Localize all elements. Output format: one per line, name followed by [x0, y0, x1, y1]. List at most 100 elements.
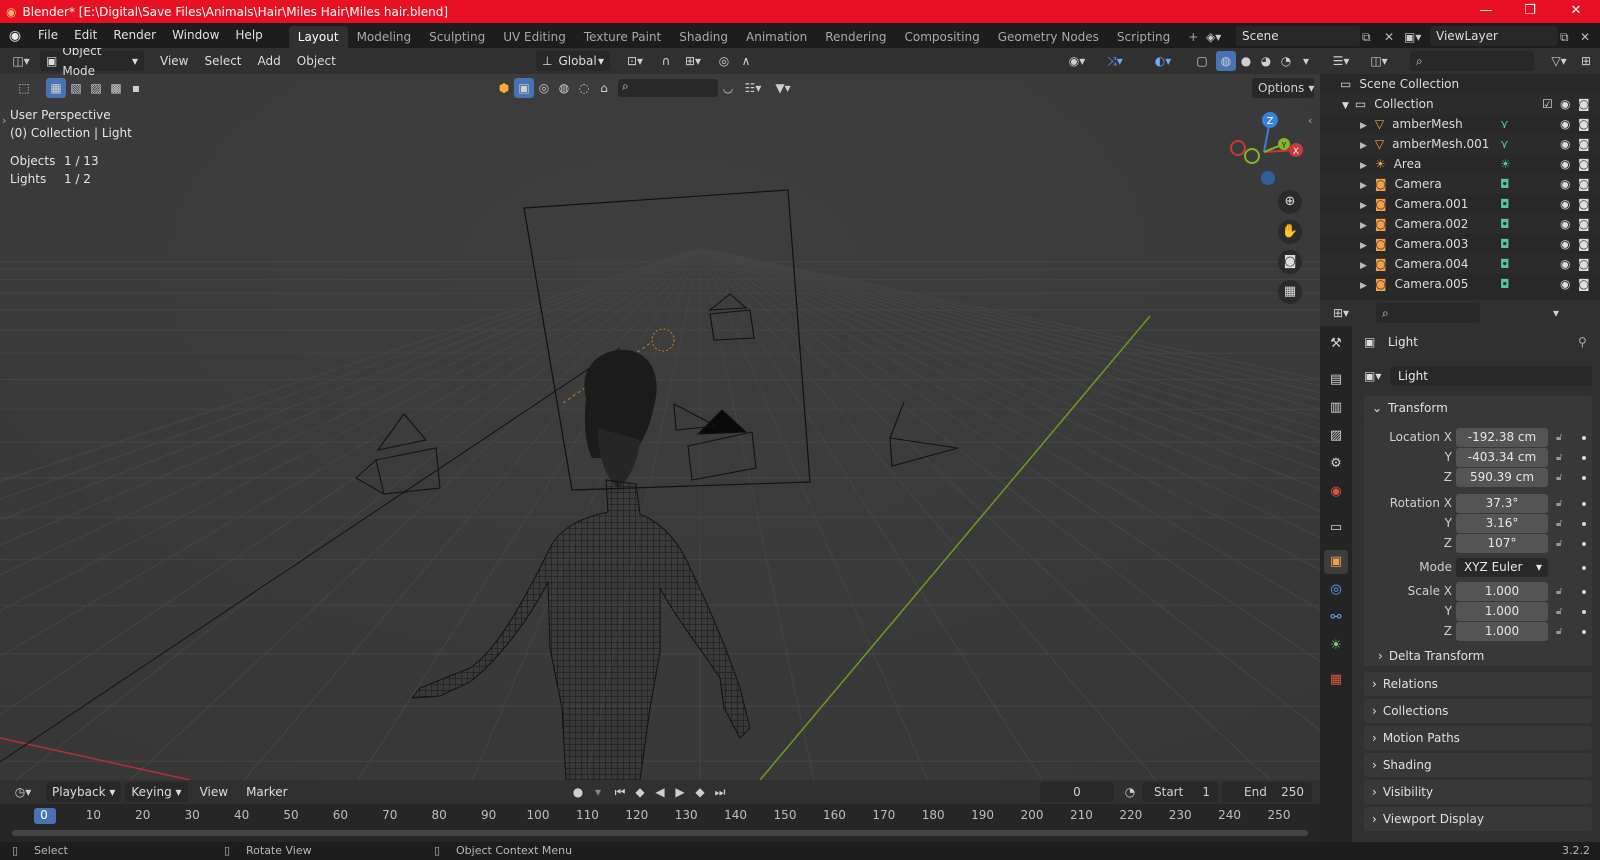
object-browse-icon[interactable]: ▣▾ — [1364, 366, 1382, 386]
scale-x-field[interactable]: 1.000 — [1456, 582, 1548, 601]
lock-icon[interactable]: 🔓︎ — [1556, 622, 1562, 641]
visibility-eye-icon[interactable]: ◉ — [1560, 274, 1570, 294]
playback-menu[interactable]: Playback ▾ — [46, 782, 122, 802]
workspace-tab-layout[interactable]: Layout — [288, 26, 348, 48]
lock-icon[interactable]: 🔓︎ — [1556, 582, 1562, 601]
camera-data-icon[interactable]: ◘ — [1500, 174, 1510, 194]
menu-add[interactable]: Add — [252, 51, 287, 71]
rotation-x-field[interactable]: 37.3° — [1456, 494, 1548, 513]
expand-chevron-icon[interactable]: ▶ — [1360, 121, 1367, 131]
workspace-tab-modeling[interactable]: Modeling — [348, 26, 421, 48]
view-layer-field[interactable]: ViewLayer — [1430, 26, 1558, 46]
properties-search-input[interactable]: ⌕ — [1376, 303, 1480, 323]
play-reverse-icon[interactable]: ◀ — [650, 782, 670, 802]
outliner-item-camera-002[interactable]: ▶ ◙ Camera.002 ◘ ◉ ◙ — [1320, 214, 1600, 234]
visibility-eye-icon[interactable]: ◉ — [1560, 114, 1570, 134]
keyframe-dot-icon[interactable] — [1582, 476, 1586, 480]
collection-row[interactable]: ▼ ▭ Collection ☑ ◉ ◙ — [1320, 94, 1600, 114]
scale-y-field[interactable]: 1.000 — [1456, 602, 1548, 621]
rendered-shading-icon[interactable]: ◔ — [1276, 51, 1296, 71]
expand-chevron-icon[interactable]: ▶ — [1360, 161, 1367, 171]
close-button[interactable]: ✕ — [1554, 0, 1598, 23]
outliner-item-area[interactable]: ▶ ☀ Area ☀ ◉ ◙ — [1320, 154, 1600, 174]
timeline-ruler[interactable]: 0 10 20 30 40 50 60 70 80 90 100 110 120 130 140 150 160… — [0, 804, 1320, 842]
properties-editor-type-icon[interactable]: ⊞▾ — [1326, 303, 1356, 323]
rotation-mode-dropdown[interactable]: XYZ Euler ▾ — [1456, 558, 1548, 577]
expand-chevron-icon[interactable]: ▶ — [1360, 261, 1367, 271]
workspace-tab-sculpting[interactable]: Sculpting — [420, 26, 494, 48]
scene-selector-icon[interactable]: ◈▾ — [1206, 27, 1232, 47]
section-motion-paths[interactable]: › Motion Paths — [1364, 726, 1592, 750]
camera-data-icon[interactable]: ◘ — [1500, 214, 1510, 234]
render-camera-icon[interactable]: ◙ — [1578, 154, 1590, 174]
menu-object[interactable]: Object — [291, 51, 342, 71]
pivot-point-icon[interactable]: ⊡▾ — [620, 51, 650, 71]
lock-icon[interactable]: 🔓︎ — [1556, 534, 1562, 553]
keyframe-dot-icon[interactable] — [1582, 610, 1586, 614]
transform-orientation-dropdown[interactable]: ⊥ Global ▾ — [536, 51, 610, 71]
jump-start-icon[interactable]: ⏮ — [610, 782, 630, 802]
sort-options-icon[interactable]: ☷▾ — [738, 78, 768, 98]
outliner-filter-icon[interactable]: ▽▾ — [1544, 51, 1574, 71]
visibility-eye-icon[interactable]: ◉ — [1560, 134, 1570, 154]
material-shading-icon[interactable]: ◕ — [1256, 51, 1276, 71]
visibility-eye-icon[interactable]: ◉ — [1560, 154, 1570, 174]
outliner-item-ambermesh-001[interactable]: ▶ ▽ amberMesh.001 ⋎ ◉ ◙ — [1320, 134, 1600, 154]
visibility-eye-icon[interactable]: ◉ — [1560, 234, 1570, 254]
workspace-tab-uv-editing[interactable]: UV Editing — [494, 26, 575, 48]
view-layer-icon[interactable]: ▣▾ — [1404, 27, 1428, 47]
keyframe-dot-icon[interactable] — [1582, 502, 1586, 506]
exclude-checkbox[interactable]: ☑ — [1542, 94, 1553, 114]
section-viewport-display[interactable]: › Viewport Display — [1364, 807, 1592, 831]
keyframe-dot-icon[interactable] — [1582, 436, 1586, 440]
scale-z-field[interactable]: 1.000 — [1456, 622, 1548, 641]
workspace-tab-compositing[interactable]: Compositing — [895, 26, 988, 48]
solid-shading-icon[interactable]: ● — [1236, 51, 1256, 71]
object-mode-dropdown[interactable]: ▣ Object Mode ▾ — [40, 48, 144, 78]
camera-data-icon[interactable]: ◘ — [1500, 254, 1510, 274]
wireframe-overlay-icon[interactable]: ⌂ — [594, 78, 614, 98]
timeline-view-menu[interactable]: View — [194, 782, 234, 802]
visibility-eye-icon[interactable]: ◉ — [1560, 194, 1570, 214]
menu-window[interactable]: Window — [164, 23, 227, 48]
render-camera-icon[interactable]: ◙ — [1578, 194, 1590, 214]
minimize-button[interactable]: — — [1464, 0, 1508, 23]
material-view-icon[interactable]: ◍ — [554, 78, 574, 98]
new-scene-icon[interactable]: ⧉ — [1362, 27, 1371, 47]
options-dropdown[interactable]: Options ▾ — [1252, 78, 1314, 98]
outliner-item-ambermesh[interactable]: ▶ ▽ amberMesh ⋎ ◉ ◙ — [1320, 114, 1600, 134]
menu-file[interactable]: File — [30, 23, 66, 48]
snap-toggle-icon[interactable]: ∩ — [656, 51, 676, 71]
expand-chevron-icon[interactable]: ▶ — [1360, 201, 1367, 211]
viewport-search-input[interactable]: ⌕ — [618, 79, 718, 97]
navigation-gizmo[interactable]: Z X Y — [1224, 108, 1304, 192]
render-camera-icon[interactable]: ◙ — [1578, 274, 1590, 294]
lock-icon[interactable]: 🔓︎ — [1556, 448, 1562, 467]
outliner-item-camera-003[interactable]: ▶ ◙ Camera.003 ◘ ◉ ◙ — [1320, 234, 1600, 254]
menu-render[interactable]: Render — [105, 23, 164, 48]
sidebar-toggle-icon[interactable]: ‹ — [1308, 114, 1312, 127]
menu-help[interactable]: Help — [227, 23, 270, 48]
constraints-tab-icon[interactable]: ⚯ — [1324, 606, 1348, 630]
lock-icon[interactable]: 🔓︎ — [1556, 428, 1562, 447]
rotation-z-field[interactable]: 107° — [1456, 534, 1548, 553]
select-tool-icon[interactable]: ⬚ — [14, 78, 34, 98]
solid-view-icon[interactable]: ◎ — [534, 78, 554, 98]
shading-options-icon[interactable]: ▾ — [1296, 51, 1316, 71]
visibility-eye-icon[interactable]: ◉ — [1560, 174, 1570, 194]
properties-options-icon[interactable]: ▾ — [1546, 303, 1566, 323]
gizmo-toggle-icon[interactable]: ⤨▾ — [1100, 51, 1130, 71]
workspace-tab-scripting[interactable]: Scripting — [1108, 26, 1179, 48]
proportional-falloff-icon[interactable]: ∧ — [736, 51, 756, 71]
workspace-tab-texture-paint[interactable]: Texture Paint — [575, 26, 670, 48]
workspace-tab-shading[interactable]: Shading — [670, 26, 737, 48]
proportional-edit-icon[interactable]: ◎ — [714, 51, 734, 71]
location-x-field[interactable]: -192.38 cm — [1456, 428, 1548, 447]
render-camera-icon[interactable]: ◙ — [1578, 214, 1590, 234]
visibility-eye-icon[interactable]: ◉ — [1560, 254, 1570, 274]
3d-viewport[interactable]: ◫▾ ▣ Object Mode ▾ View Select Add Objec… — [0, 48, 1320, 780]
play-icon[interactable]: ▶ — [670, 782, 690, 802]
restore-button[interactable]: ❐ — [1508, 0, 1552, 23]
auto-keying-options-icon[interactable]: ▾ — [588, 782, 608, 802]
xray-toggle-icon[interactable]: ▢ — [1192, 51, 1212, 71]
